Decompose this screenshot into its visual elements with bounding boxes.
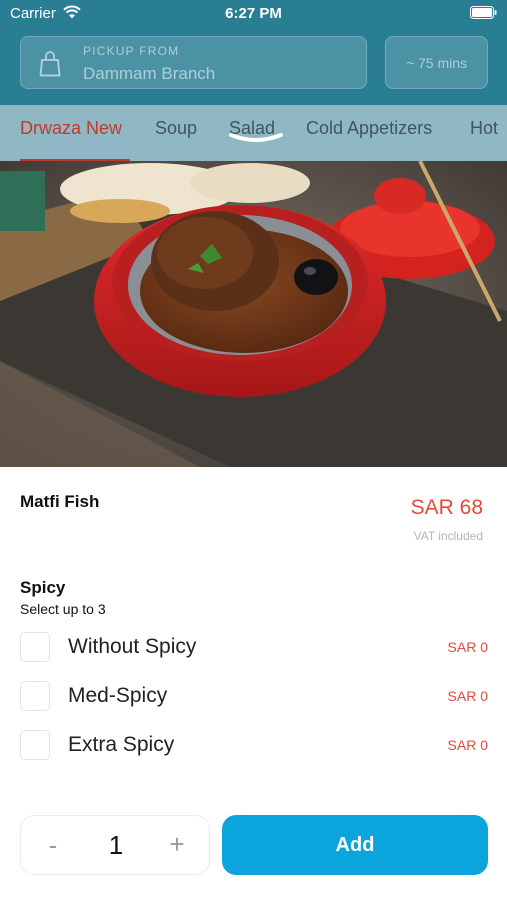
tab-cold-appetizers[interactable]: Cold Appetizers [306, 118, 432, 139]
branch-name: Dammam Branch [83, 64, 216, 83]
pickup-location-selector[interactable]: PICKUP FROM Dammam Branch [20, 36, 367, 89]
product-price: SAR 68 [410, 496, 483, 519]
option-label: Med-Spicy [68, 684, 168, 707]
option-price: SAR 0 [447, 737, 488, 753]
checkbox[interactable] [20, 681, 50, 711]
tab-soup[interactable]: Soup [155, 118, 197, 139]
option-group-title: Spicy [20, 578, 66, 597]
header: Carrier 6:27 PM PICKUP FROM Dammam Branc… [0, 0, 507, 105]
option-label: Extra Spicy [68, 733, 175, 756]
checkbox[interactable] [20, 730, 50, 760]
increment-button[interactable]: + [165, 829, 189, 860]
eta-badge[interactable]: ~ 75 mins [385, 36, 488, 89]
option-group-subtitle: Select up to 3 [20, 601, 106, 617]
tab-drwaza-new[interactable]: Drwaza New [20, 118, 122, 139]
tab-hot[interactable]: Hot [470, 118, 498, 139]
option-row-without-spicy[interactable]: Without Spicy SAR 0 [20, 631, 488, 663]
status-time: 6:27 PM [225, 5, 282, 22]
food-photo-illustration [0, 161, 507, 467]
vat-note: VAT included [413, 529, 483, 543]
option-label: Without Spicy [68, 635, 197, 658]
chevron-down-icon[interactable] [228, 132, 284, 146]
product-image [0, 161, 507, 467]
product-name: Matfi Fish [20, 492, 100, 511]
quantity-stepper: - 1 + [20, 815, 210, 875]
option-row-extra-spicy[interactable]: Extra Spicy SAR 0 [20, 729, 488, 761]
option-row-med-spicy[interactable]: Med-Spicy SAR 0 [20, 680, 488, 712]
add-to-cart-button[interactable]: Add [222, 815, 488, 875]
option-price: SAR 0 [447, 639, 488, 655]
pickup-label: PICKUP FROM [83, 44, 180, 58]
status-bar: Carrier 6:27 PM [0, 0, 507, 28]
option-price: SAR 0 [447, 688, 488, 704]
battery-icon [470, 6, 497, 19]
shopping-bag-icon [39, 51, 61, 77]
checkbox[interactable] [20, 632, 50, 662]
